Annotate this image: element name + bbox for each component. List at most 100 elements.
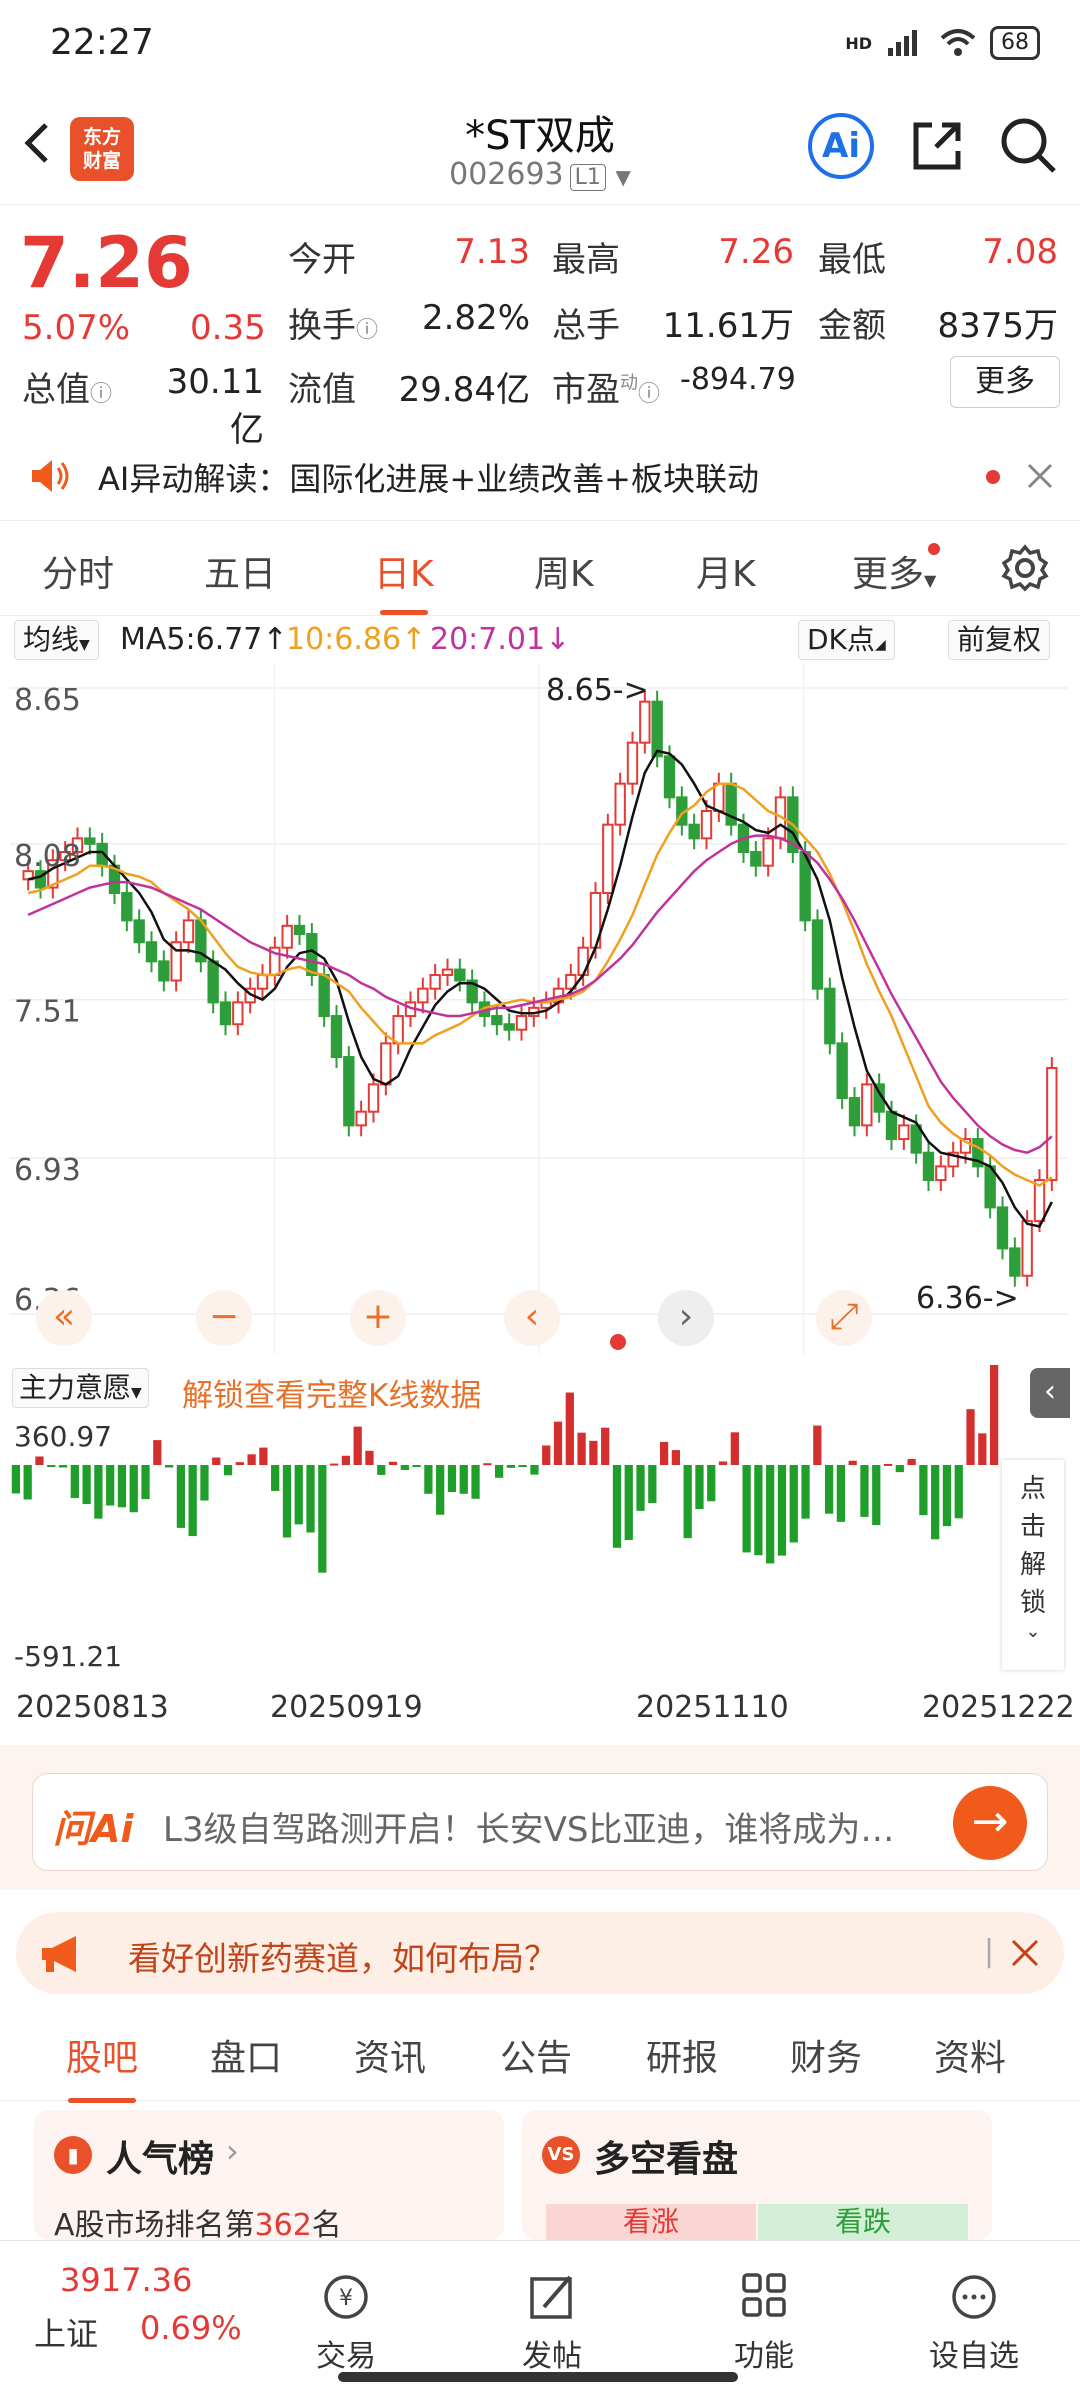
kline-chart[interactable]: 8.65->6.36-> 8.658.087.516.936.36	[10, 664, 1068, 1354]
scroll-right-icon[interactable]: ›	[658, 1290, 714, 1346]
candle-body	[1046, 1066, 1058, 1182]
tab-more[interactable]: 更多▼	[852, 543, 941, 597]
candle-body	[750, 851, 762, 867]
candle-body	[491, 1015, 503, 1026]
amount-label: 金额	[818, 306, 886, 346]
indicator-bar	[400, 1465, 409, 1470]
bearish-button[interactable]: 看跌	[758, 2204, 968, 2240]
indicator-bar	[341, 1455, 351, 1465]
ai-icon[interactable]: Ai	[808, 113, 874, 179]
zoom-out-icon[interactable]: −	[196, 1290, 252, 1346]
ma-select[interactable]: 均线▼	[14, 620, 99, 660]
total-value: 30.11亿	[166, 362, 264, 450]
grid-apps-icon	[742, 2273, 786, 2317]
nav-post[interactable]: 发帖	[492, 2271, 612, 2375]
level-badge: L1	[569, 164, 606, 191]
status-indicators: HD 68	[845, 26, 1040, 60]
status-time: 22:27	[50, 22, 154, 63]
candle-body	[417, 987, 429, 1004]
long-short-card[interactable]: VS 多空看盘 看涨 看跌	[522, 2110, 992, 2240]
date-label: 20250813	[16, 1690, 169, 1725]
long-short-title: 多空看盘	[594, 2139, 739, 2180]
candle-body	[330, 1015, 343, 1059]
close-icon[interactable]	[1026, 462, 1054, 490]
ma5-value: MA5:6.77↑	[120, 622, 288, 657]
ask-ai-input[interactable]: 问Ai L3级自驾路测开启！长安VS比亚迪，谁将成为最大赢家？ →	[32, 1773, 1048, 1871]
nav-functions[interactable]: 功能	[704, 2271, 824, 2375]
low-label: 最低	[818, 240, 886, 280]
indicator-bar	[235, 1462, 244, 1465]
indicator-bar	[707, 1465, 716, 1502]
indicator-bar	[777, 1465, 787, 1556]
tab-five-day[interactable]: 五日	[204, 545, 276, 597]
tab-announcements[interactable]: 公告	[500, 2029, 572, 2081]
tab-weekly-k[interactable]: 周K	[534, 545, 594, 597]
scroll-left-icon[interactable]: ‹	[504, 1290, 560, 1346]
click-unlock-tab[interactable]: 点击解锁 ⌄	[1002, 1460, 1064, 1670]
search-icon[interactable]	[996, 113, 1062, 179]
indicator-bar	[624, 1465, 633, 1540]
yuan-cycle-icon: ¥	[324, 2275, 368, 2319]
content-tabs: 股吧 盘口 资讯 公告 研报 财务 资料	[0, 2005, 1080, 2103]
indicator-bar	[683, 1465, 692, 1539]
tab-handicap[interactable]: 盘口	[210, 2029, 282, 2081]
indicator-bar	[412, 1465, 421, 1467]
tab-news[interactable]: 资讯	[354, 2029, 426, 2081]
candle-body	[441, 968, 454, 977]
tab-research[interactable]: 研报	[646, 2029, 718, 2081]
nav-trade[interactable]: ¥ 交易	[286, 2271, 406, 2375]
tab-intraday[interactable]: 分时	[42, 545, 114, 597]
candle-body	[429, 974, 441, 990]
indicator-bar	[895, 1465, 904, 1473]
promo-banner[interactable]: 看好创新药赛道，如何布局？ |	[16, 1912, 1064, 1994]
indicator-bar	[718, 1461, 728, 1465]
chevron-down-icon: ▼	[615, 165, 631, 189]
tab-finance[interactable]: 财务	[790, 2029, 862, 2081]
indicator-bar	[695, 1465, 704, 1510]
more-button[interactable]: 更多	[950, 356, 1060, 408]
ask-ai-placeholder: L3级自驾路测开启！长安VS比亚迪，谁将成为最大赢家？	[163, 1810, 923, 1850]
adjust-select[interactable]: 前复权	[948, 620, 1051, 660]
bullish-button[interactable]: 看涨	[546, 2204, 756, 2240]
indicator-bar	[836, 1465, 846, 1522]
indicator-bar	[329, 1463, 339, 1466]
zoom-in-icon[interactable]: +	[350, 1290, 406, 1346]
indicator-bar	[671, 1450, 681, 1465]
candle-body	[1009, 1247, 1021, 1277]
candle-body	[922, 1151, 935, 1182]
tab-daily-k[interactable]: 日K	[374, 545, 434, 615]
tab-profile[interactable]: 资料	[934, 2029, 1006, 2081]
indicator-bar	[742, 1465, 751, 1553]
indicator-bar	[483, 1463, 492, 1466]
candle-body	[367, 1083, 380, 1113]
index-value[interactable]: 3917.36	[60, 2261, 192, 2299]
indicator-bar	[636, 1465, 645, 1511]
nav-add-watchlist[interactable]: 设自选	[914, 2271, 1034, 2375]
settings-gear-icon[interactable]	[1000, 543, 1050, 593]
open-value: 7.13	[454, 232, 530, 272]
candle-body	[1021, 1220, 1033, 1277]
signal-icon	[888, 30, 917, 56]
amount-value: 8375万	[937, 306, 1058, 346]
indicator-bar	[94, 1465, 103, 1519]
pe-value: -894.79	[680, 362, 796, 397]
tab-monthly-k[interactable]: 月K	[696, 545, 756, 597]
dk-point-select[interactable]: DK点◢	[798, 620, 895, 660]
candle-body	[602, 823, 614, 895]
indicator-bar	[577, 1432, 586, 1465]
share-icon[interactable]	[904, 113, 970, 179]
tab-guba[interactable]: 股吧	[66, 2029, 138, 2103]
candle-body	[182, 919, 195, 944]
scroll-left-fast-icon[interactable]: «	[36, 1290, 92, 1346]
indicator-bar	[318, 1465, 327, 1573]
ai-insight-bar[interactable]: AI异动解读：国际化进展+业绩改善+板块联动	[0, 440, 1080, 510]
send-arrow-icon[interactable]: →	[953, 1786, 1027, 1860]
close-icon[interactable]	[1010, 1938, 1040, 1968]
change-amount: 0.35	[190, 308, 266, 348]
date-label: 20251222	[922, 1690, 1075, 1725]
indicator-bar	[459, 1465, 468, 1494]
indicator-bar	[447, 1465, 457, 1493]
popularity-card[interactable]: ▮ 人气榜 › A股市场排名第362名	[34, 2110, 504, 2243]
fullscreen-icon[interactable]: ⤢	[816, 1290, 872, 1346]
turnover-value: 2.82%	[421, 298, 530, 338]
